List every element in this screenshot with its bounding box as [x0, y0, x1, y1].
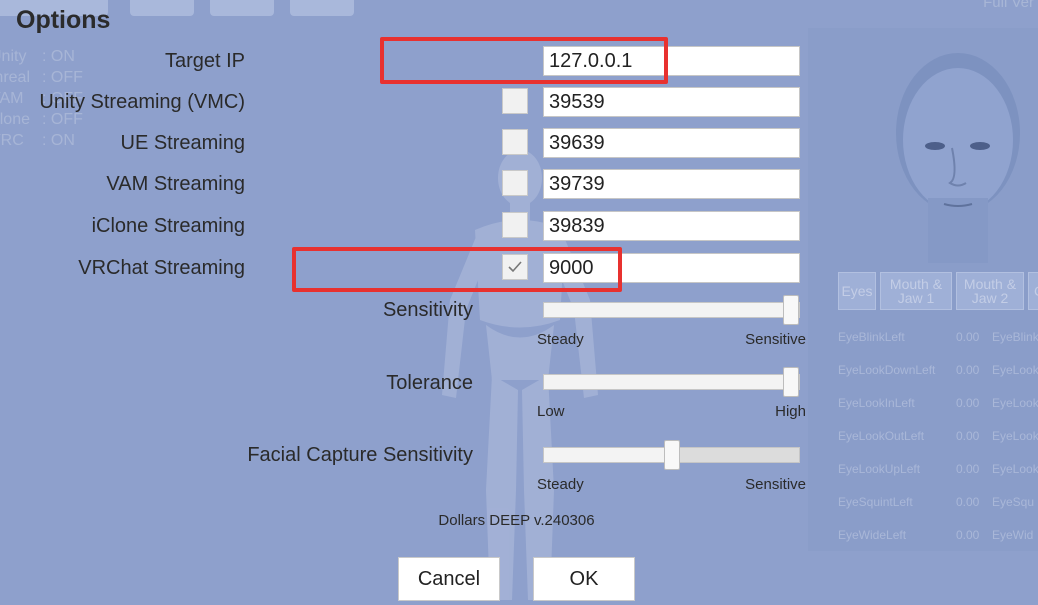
blendshape-tabs: Eyes Mouth & Jaw 1 Mouth & Jaw 2 Ch: [838, 272, 1038, 310]
list-item: EyeBlinkLeft 0.00 EyeBlink: [838, 320, 1038, 353]
facial-capture-sensitivity-label: Facial Capture Sensitivity: [247, 444, 473, 466]
slider-fill: [544, 303, 791, 317]
iclone-streaming-port-input[interactable]: [543, 211, 800, 241]
blendshape-value: 0.00: [956, 395, 980, 410]
vam-streaming-row: VAM Streaming: [0, 169, 810, 201]
blendshape-name: EyeLookInLeft: [838, 395, 915, 410]
slider-fill: [544, 375, 791, 389]
vam-streaming-checkbox[interactable]: [502, 170, 528, 196]
list-item: EyeLookUpLeft 0.00 EyeLook: [838, 452, 1038, 485]
blendshape-name: EyeBlinkLeft: [838, 329, 905, 344]
ok-button[interactable]: OK: [533, 557, 635, 601]
tab-mouth-jaw-2: Mouth & Jaw 2: [956, 272, 1024, 310]
blendshape-name: EyeLookUpLeft: [838, 461, 921, 476]
blendshape-name: EyeWid: [992, 527, 1034, 542]
slider-handle[interactable]: [783, 295, 799, 325]
blendshape-value: 0.00: [956, 428, 980, 443]
version-hint: Full Ver: [983, 0, 1034, 11]
ue-streaming-checkbox[interactable]: [502, 129, 528, 155]
list-item: EyeLookOutLeft 0.00 EyeLook: [838, 419, 1038, 452]
facial-capture-min-label: Steady: [537, 476, 584, 493]
target-ip-label: Target IP: [164, 50, 245, 72]
tolerance-max-label: High: [775, 403, 806, 420]
app-version: Dollars DEEP v.240306: [438, 512, 595, 529]
slider-fill: [544, 448, 672, 462]
blendshape-name: EyeSqu: [992, 494, 1035, 509]
unity-streaming-row: Unity Streaming (VMC): [0, 87, 810, 119]
blendshape-name: EyeLook: [992, 428, 1038, 443]
cancel-button[interactable]: Cancel: [398, 557, 500, 601]
blendshape-name: EyeLookOutLeft: [838, 428, 925, 443]
blendshape-name: EyeLook: [992, 362, 1038, 377]
blendshape-name: EyeLookDownLeft: [838, 362, 936, 377]
blendshape-value: 0.00: [956, 494, 980, 509]
checkmark-icon: [508, 261, 522, 273]
sensitivity-min-label: Steady: [537, 331, 584, 348]
blendshape-name: EyeWideLeft: [838, 527, 907, 542]
blendshape-name: EyeBlink: [992, 329, 1038, 344]
list-item: EyeLookDownLeft 0.00 EyeLook: [838, 353, 1038, 386]
unity-streaming-port-input[interactable]: [543, 87, 800, 117]
ue-streaming-port-input[interactable]: [543, 128, 800, 158]
tolerance-label: Tolerance: [386, 372, 473, 394]
iclone-streaming-checkbox[interactable]: [502, 212, 528, 238]
blendshape-value: 0.00: [956, 329, 980, 344]
list-item: EyeLookInLeft 0.00 EyeLook: [838, 386, 1038, 419]
blendshape-value: 0.00: [956, 527, 980, 542]
blendshape-value: 0.00: [956, 362, 980, 377]
toolbar-button: [210, 0, 274, 16]
tolerance-min-label: Low: [537, 403, 565, 420]
sensitivity-slider[interactable]: [543, 295, 800, 325]
blendshape-name: EyeLook: [992, 461, 1038, 476]
blendshape-value: 0.00: [956, 461, 980, 476]
facial-capture-sensitivity-slider[interactable]: [543, 440, 800, 470]
iclone-streaming-label: iClone Streaming: [91, 215, 245, 237]
vrchat-streaming-label: VRChat Streaming: [78, 257, 245, 279]
target-ip-input[interactable]: [543, 46, 800, 76]
toolbar-button: [290, 0, 354, 16]
tab-eyes: Eyes: [838, 272, 876, 310]
unity-streaming-checkbox[interactable]: [502, 88, 528, 114]
slider-handle[interactable]: [663, 440, 680, 470]
sensitivity-max-label: Sensitive: [745, 331, 806, 348]
vam-streaming-label: VAM Streaming: [106, 173, 245, 195]
blendshape-name: EyeLook: [992, 395, 1038, 410]
facial-capture-max-label: Sensitive: [745, 476, 806, 493]
dialog-title: Options: [16, 6, 111, 34]
vrchat-streaming-port-input[interactable]: [543, 253, 800, 283]
tab-mouth-jaw-1: Mouth & Jaw 1: [880, 272, 952, 310]
target-ip-row: Target IP: [0, 46, 810, 78]
slider-handle[interactable]: [783, 367, 799, 397]
ue-streaming-row: UE Streaming: [0, 128, 810, 160]
tab-ch: Ch: [1028, 272, 1038, 310]
avatar-head-preview: [896, 53, 1020, 263]
sensitivity-label: Sensitivity: [382, 299, 473, 321]
tolerance-slider[interactable]: [543, 367, 800, 397]
toolbar-button: [130, 0, 194, 16]
iclone-streaming-row: iClone Streaming: [0, 211, 810, 243]
ue-streaming-label: UE Streaming: [120, 132, 246, 154]
vam-streaming-port-input[interactable]: [543, 169, 800, 199]
unity-streaming-label: Unity Streaming (VMC): [39, 91, 245, 113]
vrchat-streaming-row: VRChat Streaming: [0, 253, 810, 285]
vrchat-streaming-checkbox[interactable]: [502, 254, 528, 280]
blendshape-name: EyeSquintLeft: [838, 494, 913, 509]
